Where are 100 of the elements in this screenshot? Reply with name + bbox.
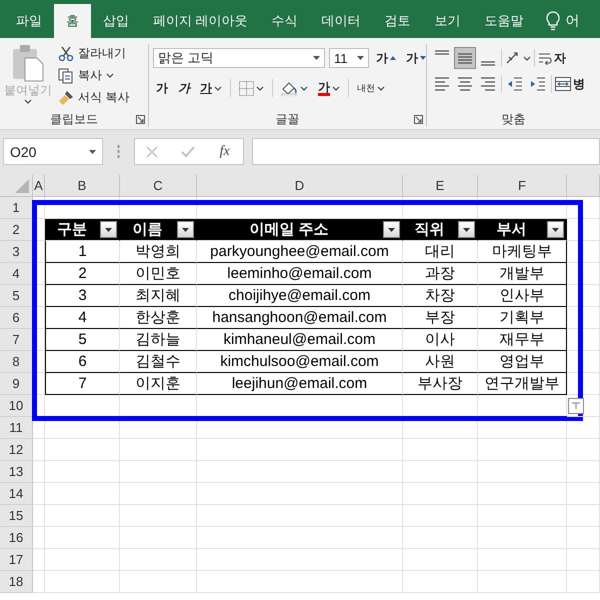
grid-cell[interactable] — [120, 549, 197, 571]
column-header[interactable]: B — [45, 175, 120, 197]
grid-cell[interactable] — [567, 395, 600, 417]
quick-analysis-icon[interactable] — [568, 398, 584, 414]
grid-cell[interactable] — [33, 439, 45, 461]
column-header[interactable]: C — [120, 175, 197, 197]
grid-cell[interactable] — [120, 439, 197, 461]
grid-cell[interactable] — [45, 571, 120, 593]
grid-cell[interactable] — [567, 285, 600, 307]
filter-button[interactable] — [547, 221, 564, 238]
row-header[interactable]: 5 — [0, 285, 33, 307]
merge-button[interactable]: 병 — [554, 74, 586, 94]
row-header[interactable]: 15 — [0, 505, 33, 527]
ribbon-tab[interactable]: 수식 — [260, 4, 310, 38]
font-color-button[interactable]: 가 — [315, 78, 343, 98]
ribbon-tab[interactable]: 페이지 레이아웃 — [141, 4, 260, 38]
grid-cell[interactable] — [567, 351, 600, 373]
ribbon-tab[interactable]: 데이터 — [310, 4, 373, 38]
grid-cell[interactable] — [120, 571, 197, 593]
ribbon-tab[interactable]: 보기 — [422, 4, 473, 38]
grid-cell[interactable] — [478, 505, 567, 527]
grid-cell[interactable] — [197, 505, 403, 527]
grid-cell[interactable] — [567, 571, 600, 593]
grid-cell[interactable] — [33, 461, 45, 483]
search-box-text[interactable]: 어 — [566, 12, 580, 30]
grid-cell[interactable] — [120, 461, 197, 483]
grid-cell[interactable] — [120, 527, 197, 549]
grid-cell[interactable] — [567, 373, 600, 395]
grid-cell[interactable] — [567, 483, 600, 505]
row-header[interactable]: 10 — [0, 395, 33, 417]
grid-cell[interactable] — [403, 439, 478, 461]
grid-cell[interactable] — [45, 461, 120, 483]
grid-cell[interactable] — [567, 461, 600, 483]
grid-cell[interactable] — [478, 527, 567, 549]
phonetic-guide-button[interactable]: 내천 — [354, 80, 388, 96]
grid-cell[interactable] — [197, 461, 403, 483]
grow-font-button[interactable]: 가 — [373, 48, 399, 68]
bold-button[interactable]: 가 — [153, 78, 171, 98]
grid-cell[interactable] — [33, 527, 45, 549]
shrink-font-button[interactable]: 가 — [403, 48, 429, 68]
grid-cell[interactable] — [33, 483, 45, 505]
grid-cell[interactable] — [33, 549, 45, 571]
format-painter-button[interactable]: 서식 복사 — [56, 88, 132, 107]
filter-button[interactable] — [458, 221, 475, 238]
wrap-text-button[interactable]: 자 — [537, 48, 567, 68]
grid-cell[interactable] — [478, 549, 567, 571]
ribbon-tab[interactable]: 도움말 — [472, 4, 536, 38]
row-header[interactable]: 9 — [0, 373, 33, 395]
ribbon-tab[interactable]: 홈 — [54, 4, 91, 38]
column-header[interactable]: F — [478, 175, 567, 197]
row-header[interactable]: 14 — [0, 483, 33, 505]
grid-cell[interactable] — [403, 461, 478, 483]
grid-cell[interactable] — [45, 439, 120, 461]
grid-cell[interactable] — [567, 527, 600, 549]
ribbon-tab[interactable]: 파일 — [4, 4, 54, 38]
row-header[interactable]: 1 — [0, 197, 33, 219]
align-middle-button[interactable] — [454, 47, 476, 69]
column-header[interactable]: D — [197, 175, 403, 197]
row-header[interactable]: 13 — [0, 461, 33, 483]
row-header[interactable]: 16 — [0, 527, 33, 549]
row-header[interactable]: 4 — [0, 263, 33, 285]
grid-cell[interactable] — [403, 571, 478, 593]
grid-cell[interactable] — [567, 219, 600, 241]
grid-cell[interactable] — [478, 571, 567, 593]
column-header[interactable]: E — [403, 175, 478, 197]
grid-cell[interactable] — [403, 483, 478, 505]
grid-cell[interactable] — [45, 527, 120, 549]
lightbulb-icon[interactable] — [546, 11, 560, 31]
grid-cell[interactable] — [567, 439, 600, 461]
row-header[interactable]: 7 — [0, 329, 33, 351]
grid-cell[interactable] — [567, 263, 600, 285]
row-header[interactable]: 17 — [0, 549, 33, 571]
grid-cell[interactable] — [403, 527, 478, 549]
grid-cell[interactable] — [45, 505, 120, 527]
grid-cell[interactable] — [403, 549, 478, 571]
ribbon-tab[interactable]: 검토 — [372, 4, 423, 38]
filter-button[interactable] — [383, 221, 400, 238]
font-name-dropdown[interactable]: 맑은 고딕 — [153, 48, 325, 68]
grid-cell[interactable] — [567, 417, 600, 439]
row-header[interactable]: 18 — [0, 571, 33, 593]
formula-input[interactable] — [252, 138, 600, 165]
filter-button[interactable] — [177, 221, 194, 238]
grid-cell[interactable] — [45, 549, 120, 571]
grid-cell[interactable] — [567, 329, 600, 351]
row-header[interactable]: 3 — [0, 241, 33, 263]
grid-cell[interactable] — [478, 461, 567, 483]
grid-cell[interactable] — [567, 505, 600, 527]
grid-cell[interactable] — [33, 505, 45, 527]
grid-cell[interactable] — [567, 307, 600, 329]
grid-cell[interactable] — [120, 483, 197, 505]
filter-button[interactable] — [100, 221, 117, 238]
grid-cell[interactable] — [33, 571, 45, 593]
grid-cell[interactable] — [120, 505, 197, 527]
grid-cell[interactable] — [478, 439, 567, 461]
name-box[interactable]: O20 — [3, 138, 103, 165]
grid-cell[interactable] — [197, 571, 403, 593]
italic-button[interactable]: 가 — [175, 78, 193, 98]
grid-cell[interactable] — [197, 549, 403, 571]
cut-button[interactable]: 잘라내기 — [56, 44, 132, 63]
row-header[interactable]: 12 — [0, 439, 33, 461]
